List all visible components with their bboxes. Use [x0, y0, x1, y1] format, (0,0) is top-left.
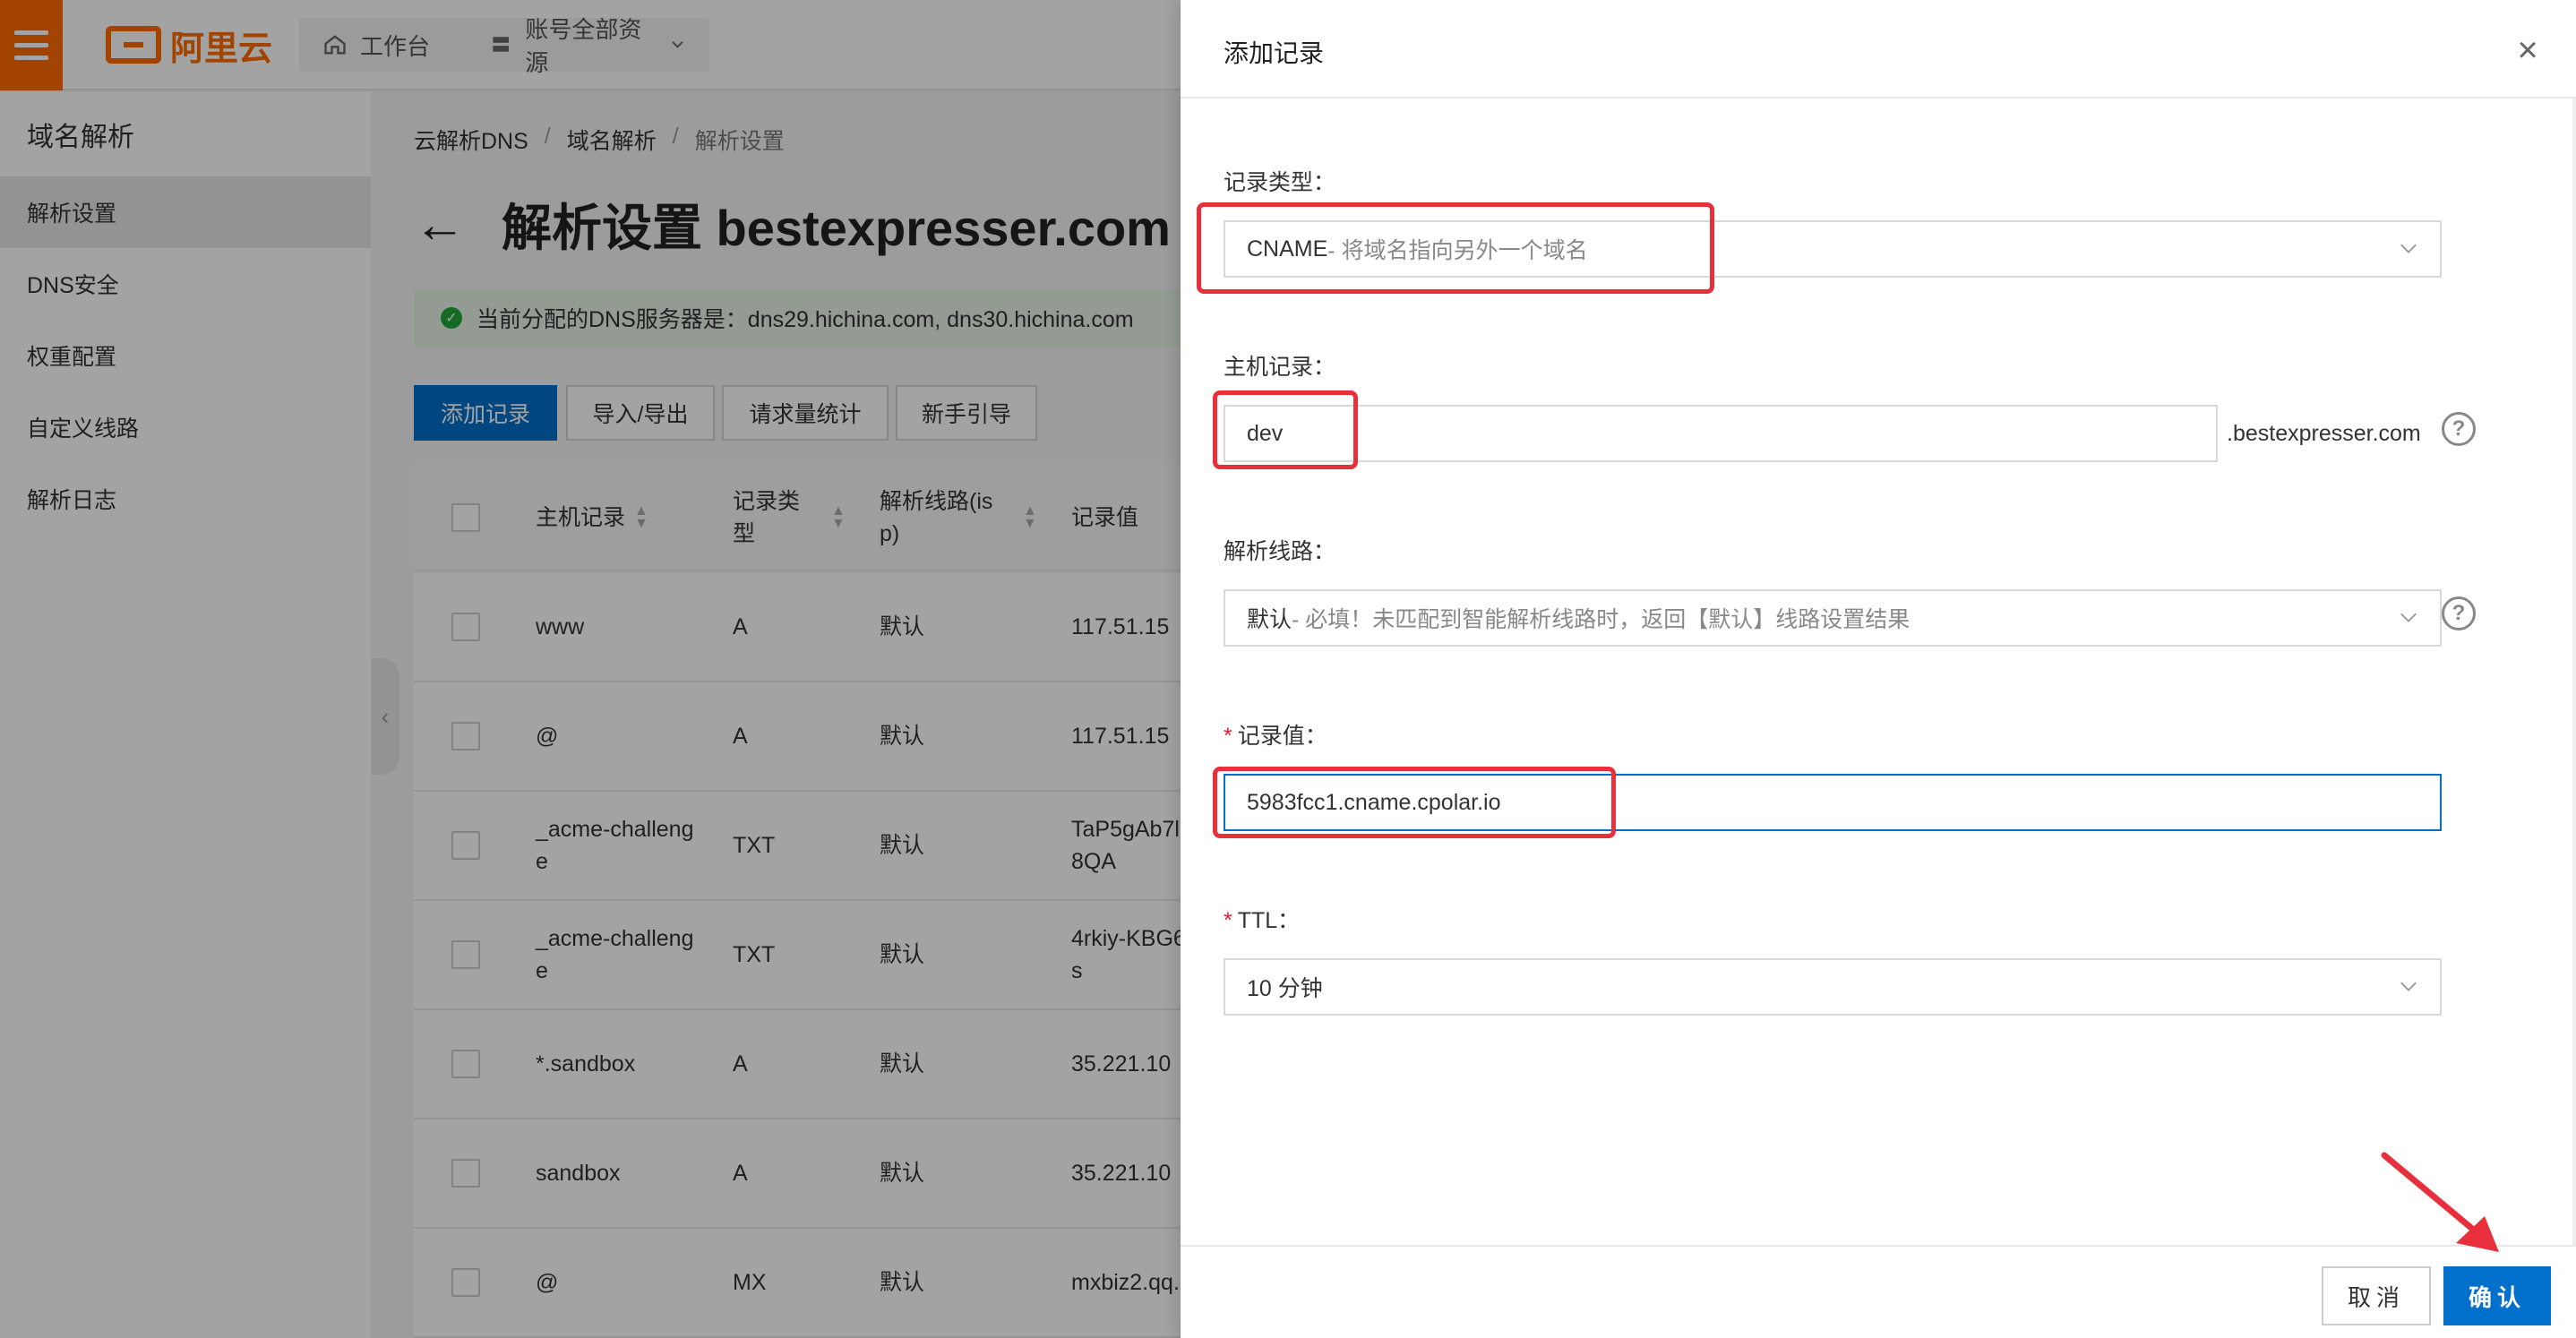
drawer-title: 添加记录 [1224, 39, 1325, 67]
required-mark: * [1224, 724, 1232, 749]
line-select[interactable]: 默认 - 必填！未匹配到智能解析线路时，返回【默认】线路设置结果 [1224, 589, 2442, 647]
help-icon[interactable]: ? [2442, 596, 2476, 630]
domain-suffix: .bestexpresser.com [2227, 421, 2421, 446]
chevron-down-icon [2400, 982, 2417, 991]
ttl-select[interactable]: 10 分钟 [1224, 958, 2442, 1016]
line-value: 默认 [1247, 607, 1292, 632]
required-mark: * [1224, 908, 1232, 933]
line-hint: - 必填！未匹配到智能解析线路时，返回【默认】线路设置结果 [1292, 607, 1911, 632]
add-record-drawer: 添加记录 × 记录类型： CNAME - 将域名指向另外一个域名 主机记录： de… [1181, 0, 2576, 1338]
drawer-scrollbar[interactable] [2572, 99, 2576, 1245]
red-arrow-annotation-icon [2381, 1152, 2499, 1252]
chevron-down-icon [2400, 244, 2417, 253]
record-value-label: * 记录值： [1224, 724, 1327, 749]
ttl-label: * TTL： [1224, 908, 1301, 933]
chevron-down-icon [2400, 613, 2417, 622]
record-type-label: 记录类型： [1224, 170, 1336, 195]
modal-overlay[interactable] [0, 0, 1181, 1338]
highlight-box-host [1213, 390, 1358, 469]
highlight-box-record-value [1213, 767, 1616, 838]
help-icon[interactable]: ? [2442, 412, 2476, 446]
highlight-box-record-type [1197, 202, 1714, 294]
cancel-button[interactable]: 取消 [2322, 1266, 2431, 1325]
host-input[interactable]: dev [1224, 405, 2218, 462]
ttl-value: 10 分钟 [1247, 976, 1323, 1001]
close-icon[interactable]: × [2510, 32, 2546, 68]
line-label: 解析线路： [1224, 539, 1336, 564]
host-label: 主机记录： [1224, 355, 1336, 380]
confirm-button[interactable]: 确认 [2443, 1266, 2551, 1325]
drawer-header: 添加记录 × [1181, 0, 2576, 99]
